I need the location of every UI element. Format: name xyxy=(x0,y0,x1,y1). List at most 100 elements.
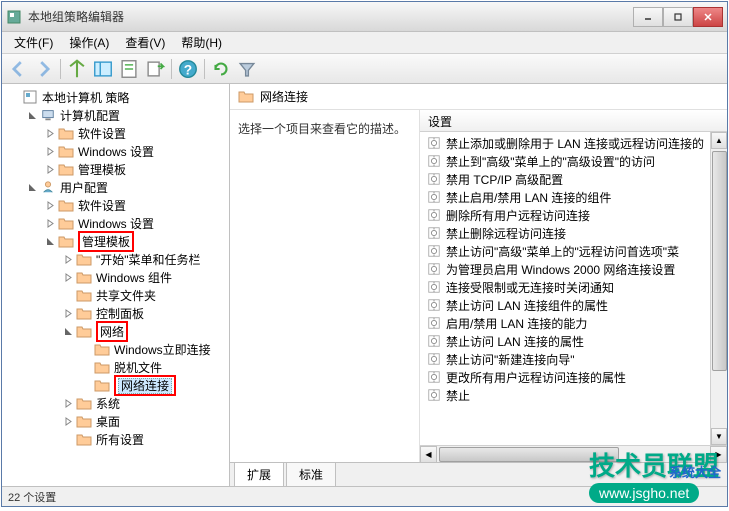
tree-toggle-icon[interactable] xyxy=(80,379,92,391)
tree-item-control-panel[interactable]: 控制面板 xyxy=(2,304,229,322)
folder-icon xyxy=(76,288,92,302)
settings-list[interactable]: 禁止添加或删除用于 LAN 连接或远程访问连接的禁止到"高级"菜单上的"高级设置… xyxy=(420,132,710,445)
setting-item[interactable]: 启用/禁用 LAN 连接的能力 xyxy=(420,314,710,332)
tree-item-u-windows[interactable]: Windows 设置 xyxy=(2,214,229,232)
tree-toggle-icon[interactable] xyxy=(62,325,74,337)
scroll-up-button[interactable]: ▲ xyxy=(711,132,727,149)
close-button[interactable] xyxy=(693,7,723,27)
tree-item-system[interactable]: 系统 xyxy=(2,394,229,412)
tree-item-c-templates[interactable]: 管理模板 xyxy=(2,160,229,178)
tree-label: 用户配置 xyxy=(60,179,108,196)
tree-item-net-connections[interactable]: 网络连接 xyxy=(2,376,229,394)
setting-item[interactable]: 禁止添加或删除用于 LAN 连接或远程访问连接的 xyxy=(420,134,710,152)
menu-file[interactable]: 文件(F) xyxy=(6,32,61,53)
tree-toggle-icon[interactable] xyxy=(8,91,20,103)
tree-toggle-icon[interactable] xyxy=(44,217,56,229)
tree-item-shared-folders[interactable]: 共享文件夹 xyxy=(2,286,229,304)
tree-item-desktop[interactable]: 桌面 xyxy=(2,412,229,430)
setting-label: 为管理员启用 Windows 2000 网络连接设置 xyxy=(446,261,675,278)
main-window: 本地组策略编辑器 文件(F) 操作(A) 查看(V) 帮助(H) ? 本地计算机… xyxy=(1,1,728,507)
setting-icon xyxy=(426,207,442,223)
tree-toggle-icon[interactable] xyxy=(26,109,38,121)
up-button[interactable] xyxy=(65,57,89,81)
scroll-right-button[interactable]: ▶ xyxy=(710,446,727,462)
menu-help[interactable]: 帮助(H) xyxy=(173,32,230,53)
help-button[interactable]: ? xyxy=(176,57,200,81)
tree-item-start-taskbar[interactable]: "开始"菜单和任务栏 xyxy=(2,250,229,268)
setting-item[interactable]: 禁止访问"高级"菜单上的"远程访问首选项"菜 xyxy=(420,242,710,260)
setting-item[interactable]: 禁止 xyxy=(420,386,710,404)
setting-item[interactable]: 禁止访问 LAN 连接的属性 xyxy=(420,332,710,350)
setting-item[interactable]: 禁止访问 LAN 连接组件的属性 xyxy=(420,296,710,314)
scroll-left-button[interactable]: ◀ xyxy=(420,446,437,462)
tree-item-computer-config[interactable]: 计算机配置 xyxy=(2,106,229,124)
tree-toggle-icon[interactable] xyxy=(44,199,56,211)
tree-item-c-windows[interactable]: Windows 设置 xyxy=(2,142,229,160)
tree-label: Windows 组件 xyxy=(96,269,172,286)
tree-toggle-icon[interactable] xyxy=(44,127,56,139)
titlebar[interactable]: 本地组策略编辑器 xyxy=(2,2,727,32)
tree-toggle-icon[interactable] xyxy=(62,253,74,265)
scroll-down-button[interactable]: ▼ xyxy=(711,428,727,445)
setting-item[interactable]: 为管理员启用 Windows 2000 网络连接设置 xyxy=(420,260,710,278)
tree-item-u-software[interactable]: 软件设置 xyxy=(2,196,229,214)
horizontal-scrollbar[interactable]: ◀ ▶ xyxy=(420,445,727,462)
maximize-button[interactable] xyxy=(663,7,693,27)
folder-icon xyxy=(58,126,74,140)
setting-item[interactable]: 更改所有用户远程访问连接的属性 xyxy=(420,368,710,386)
column-header-setting[interactable]: 设置 xyxy=(420,110,727,132)
tab-standard[interactable]: 标准 xyxy=(286,462,336,486)
folder-icon xyxy=(76,414,92,428)
tree-toggle-icon[interactable] xyxy=(62,433,74,445)
tree-toggle-icon[interactable] xyxy=(62,271,74,283)
tab-extended[interactable]: 扩展 xyxy=(234,462,284,486)
tree-item-user-config[interactable]: 用户配置 xyxy=(2,178,229,196)
tree-toggle-icon[interactable] xyxy=(62,397,74,409)
setting-item[interactable]: 禁止到"高级"菜单上的"高级设置"的访问 xyxy=(420,152,710,170)
tree-toggle-icon[interactable] xyxy=(44,163,56,175)
folder-icon xyxy=(76,396,92,410)
tree-item-all-settings[interactable]: 所有设置 xyxy=(2,430,229,448)
tree-toggle-icon[interactable] xyxy=(44,145,56,157)
tree-label: 网络连接 xyxy=(118,378,172,394)
forward-button[interactable] xyxy=(32,57,56,81)
folder-icon xyxy=(22,90,38,104)
back-button[interactable] xyxy=(6,57,30,81)
menu-view[interactable]: 查看(V) xyxy=(117,32,173,53)
export-button[interactable] xyxy=(143,57,167,81)
tree-toggle-icon[interactable] xyxy=(80,361,92,373)
setting-item[interactable]: 禁用 TCP/IP 高级配置 xyxy=(420,170,710,188)
tree-item-win-instant[interactable]: Windows立即连接 xyxy=(2,340,229,358)
svg-text:?: ? xyxy=(184,62,192,77)
tree-item-offline-files[interactable]: 脱机文件 xyxy=(2,358,229,376)
filter-button[interactable] xyxy=(235,57,259,81)
tree-toggle-icon[interactable] xyxy=(62,307,74,319)
tree-item-policy-root[interactable]: 本地计算机 策略 xyxy=(2,88,229,106)
setting-item[interactable]: 禁止删除远程访问连接 xyxy=(420,224,710,242)
tree-toggle-icon[interactable] xyxy=(80,343,92,355)
tree-item-network[interactable]: 网络 xyxy=(2,322,229,340)
show-hide-button[interactable] xyxy=(91,57,115,81)
tree-item-win-components[interactable]: Windows 组件 xyxy=(2,268,229,286)
tree-toggle-icon[interactable] xyxy=(26,181,38,193)
setting-label: 禁止访问 LAN 连接组件的属性 xyxy=(446,297,608,314)
refresh-button[interactable] xyxy=(209,57,233,81)
folder-icon xyxy=(94,342,110,356)
tree-panel[interactable]: 本地计算机 策略计算机配置软件设置Windows 设置管理模板用户配置软件设置W… xyxy=(2,84,230,486)
tree-toggle-icon[interactable] xyxy=(44,235,56,247)
properties-button[interactable] xyxy=(117,57,141,81)
menu-action[interactable]: 操作(A) xyxy=(61,32,117,53)
setting-item[interactable]: 删除所有用户远程访问连接 xyxy=(420,206,710,224)
setting-label: 禁止删除远程访问连接 xyxy=(446,225,566,242)
setting-item[interactable]: 连接受限制或无连接时关闭通知 xyxy=(420,278,710,296)
minimize-button[interactable] xyxy=(633,7,663,27)
tree-toggle-icon[interactable] xyxy=(62,289,74,301)
setting-item[interactable]: 禁止访问"新建连接向导" xyxy=(420,350,710,368)
tree-item-u-templates[interactable]: 管理模板 xyxy=(2,232,229,250)
tree-item-c-software[interactable]: 软件设置 xyxy=(2,124,229,142)
setting-item[interactable]: 禁止启用/禁用 LAN 连接的组件 xyxy=(420,188,710,206)
tree-toggle-icon[interactable] xyxy=(62,415,74,427)
tree-label: 软件设置 xyxy=(78,125,126,142)
folder-icon xyxy=(76,324,92,338)
vertical-scrollbar[interactable]: ▲ ▼ xyxy=(710,132,727,445)
